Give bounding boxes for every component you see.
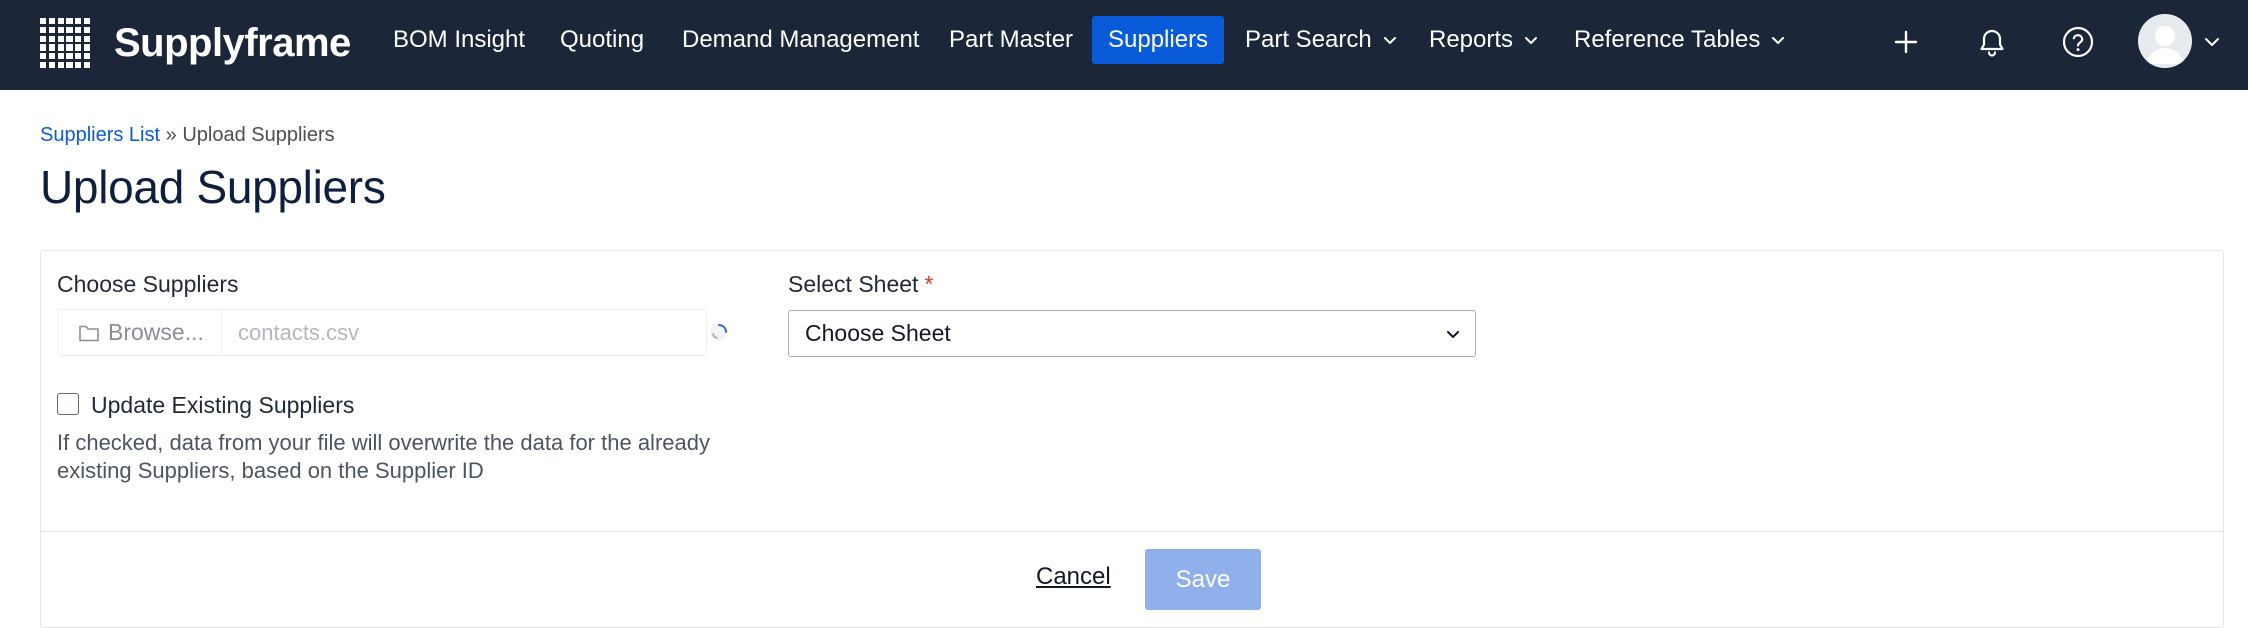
breadcrumb-link-suppliers-list[interactable]: Suppliers List <box>40 124 160 146</box>
breadcrumb-current: Upload Suppliers <box>182 124 335 146</box>
nav-item-label: Reports <box>1429 26 1514 53</box>
required-mark: * <box>924 271 934 297</box>
chevron-down-icon <box>1525 37 1538 44</box>
chevron-down-icon <box>1383 37 1396 44</box>
brand-name: Supplyframe <box>114 20 351 65</box>
help-button[interactable] <box>2056 20 2100 64</box>
bell-icon <box>1980 29 2004 57</box>
nav-item-label: Reference Tables <box>1574 26 1761 53</box>
form-footer-divider <box>40 531 2224 532</box>
nav-item-demand-management[interactable]: Demand Management <box>682 16 919 64</box>
choose-suppliers-label: Choose Suppliers <box>57 271 239 297</box>
sheet-select-value: Choose Sheet <box>805 320 951 346</box>
nav-item-part-master[interactable]: Part Master <box>949 16 1073 64</box>
loading-spinner-icon <box>710 323 728 341</box>
page-title: Upload Suppliers <box>40 161 386 213</box>
user-avatar-icon <box>2146 26 2184 64</box>
logo-grid-icon <box>40 18 90 68</box>
nav-item-suppliers[interactable]: Suppliers <box>1092 16 1225 64</box>
avatar[interactable] <box>2138 14 2192 68</box>
chevron-down-icon <box>1447 331 1459 338</box>
chevron-down-icon <box>1772 37 1785 44</box>
nav-item-label: BOM Insight <box>393 26 526 53</box>
chevron-down-icon[interactable] <box>2202 32 2222 52</box>
add-button[interactable] <box>1884 20 1928 64</box>
nav-item-quoting[interactable]: Quoting <box>560 16 644 64</box>
nav-item-label: Part Master <box>949 26 1074 53</box>
update-existing-checkbox[interactable] <box>57 393 79 415</box>
top-nav-bar: Supplyframe BOM Insight Quoting Demand M… <box>0 0 2248 90</box>
update-existing-label[interactable]: Update Existing Suppliers <box>91 392 354 419</box>
nav-item-bom-insight[interactable]: BOM Insight <box>393 16 525 64</box>
nav-item-label: Suppliers <box>1108 26 1209 53</box>
cancel-button[interactable]: Cancel <box>1036 563 1111 591</box>
nav-item-reference-tables[interactable]: Reference Tables <box>1574 16 1786 64</box>
folder-icon <box>79 325 99 341</box>
plus-icon <box>1894 30 1918 54</box>
update-existing-help-text: If checked, data from your file will ove… <box>57 430 710 483</box>
browse-label: Browse... <box>108 319 204 345</box>
breadcrumb-separator: » <box>160 124 183 146</box>
select-sheet-label-text: Select Sheet <box>788 271 919 297</box>
select-sheet-label: Select Sheet * <box>788 271 933 298</box>
file-upload-field[interactable]: Browse... contacts.csv <box>57 309 707 356</box>
nav-item-label: Part Search <box>1245 26 1372 53</box>
browse-button[interactable]: Browse... <box>58 310 222 355</box>
save-button[interactable]: Save <box>1145 549 1261 610</box>
brand-logo[interactable]: Supplyframe <box>40 16 351 70</box>
file-name-field: contacts.csv <box>238 319 360 345</box>
nav-item-reports[interactable]: Reports <box>1429 16 1539 64</box>
notifications-button[interactable] <box>1970 20 2014 64</box>
nav-item-label: Quoting <box>560 26 645 53</box>
nav-item-label: Demand Management <box>682 26 920 53</box>
help-icon <box>2062 26 2094 58</box>
breadcrumb: Suppliers List » Upload Suppliers <box>40 124 335 147</box>
sheet-select[interactable]: Choose Sheet <box>788 310 1476 357</box>
nav-item-part-search[interactable]: Part Search <box>1245 16 1398 64</box>
